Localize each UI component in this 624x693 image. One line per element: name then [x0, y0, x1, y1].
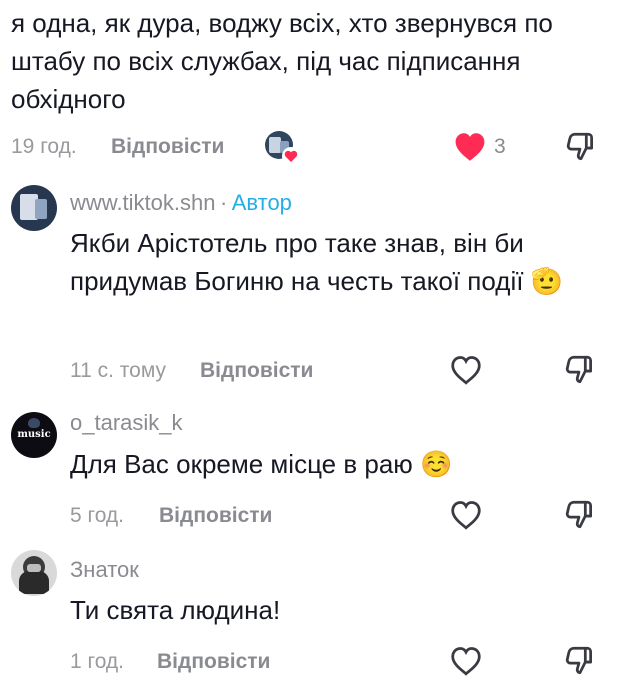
thumbs-down-icon: [565, 646, 593, 675]
comment-top-text: я одна, як дура, воджу всіх, хто звернув…: [11, 8, 553, 114]
thumbs-down-icon: [565, 355, 593, 384]
author-badge: Автор: [231, 190, 292, 215]
reply-1-time: 11 с. тому: [70, 359, 167, 382]
reply-2-avatar[interactable]: music: [11, 412, 57, 458]
reply-2-text: Для Вас окреме місце в раю ☺️: [70, 445, 452, 483]
reply-3-avatar[interactable]: [11, 550, 57, 596]
reply-3-time: 1 год.: [70, 650, 125, 673]
reply-1-avatar[interactable]: [11, 185, 57, 231]
comment-top-like-count: 3: [494, 135, 506, 158]
reply-3-like-button[interactable]: [446, 641, 486, 681]
reply-1-text-content: Якби Арістотель про таке знав, він би пр…: [70, 228, 524, 296]
reply-1-reply-button[interactable]: Відповісти: [200, 359, 313, 383]
reply-1-username[interactable]: www.tiktok.shn: [70, 190, 216, 215]
heart-filled-icon: [455, 133, 485, 161]
salute-emoji: 🫡: [530, 266, 564, 296]
reply-3-text: Ти свята людина!: [70, 595, 281, 625]
comment-top-time: 19 год.: [11, 135, 77, 158]
creator-liked-badge: [265, 131, 300, 165]
reply-2-reply-button[interactable]: Відповісти: [159, 504, 272, 528]
heart-outline-icon: [451, 356, 481, 385]
reply-2-time: 5 год.: [70, 504, 125, 527]
thumbs-down-icon: [566, 132, 594, 161]
reply-1-like-button[interactable]: [446, 350, 486, 390]
reply-3-dislike-button[interactable]: [560, 641, 600, 681]
smiling-emoji: ☺️: [420, 449, 453, 479]
reply-2-dislike-button[interactable]: [560, 495, 600, 535]
reply-3-username[interactable]: Знаток: [70, 557, 139, 583]
comment-top-like-button[interactable]: [452, 129, 488, 165]
reply-2-username[interactable]: o_tarasik_k: [70, 410, 183, 436]
reply-1-text: Якби Арістотель про таке знав, він би пр…: [70, 224, 600, 300]
thumbs-down-icon: [565, 500, 593, 529]
heart-outline-icon: [451, 501, 481, 530]
reply-3-reply-button[interactable]: Відповісти: [157, 650, 270, 674]
heart-badge-icon: [282, 147, 300, 165]
reply-1-header: www.tiktok.shn · Автор: [70, 190, 292, 216]
reply-1-dislike-button[interactable]: [560, 350, 600, 390]
comment-top-reply-button[interactable]: Відповісти: [111, 135, 224, 159]
reply-2-text-content: Для Вас окреме місце в раю: [70, 449, 413, 479]
reply-2-like-button[interactable]: [446, 495, 486, 535]
reply-2-avatar-label: music: [17, 429, 51, 440]
comment-top-dislike-button[interactable]: [562, 128, 600, 166]
reply-1-separator: ·: [219, 190, 228, 215]
heart-outline-icon: [451, 647, 481, 676]
